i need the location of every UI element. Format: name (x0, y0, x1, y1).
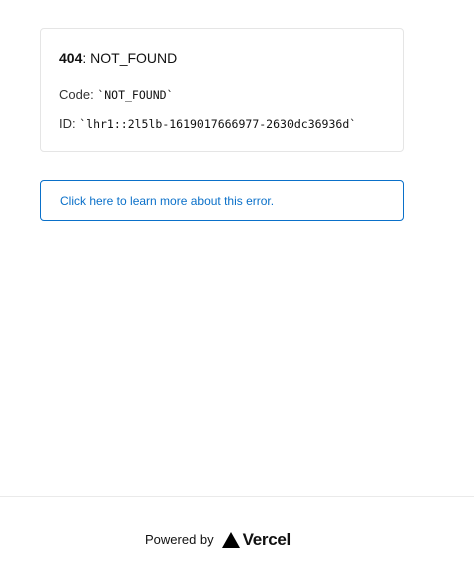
error-code-row: Code: `NOT_FOUND` (59, 87, 173, 103)
error-details-box: 404: NOT_FOUND Code: `NOT_FOUND` ID: `lh… (40, 28, 404, 152)
error-status-text: : NOT_FOUND (82, 50, 178, 66)
error-id-label: ID: (59, 116, 80, 131)
footer: Powered by Vercel (0, 496, 474, 577)
powered-by-vercel-link[interactable]: Powered by Vercel (145, 531, 291, 549)
error-title: 404: NOT_FOUND (59, 50, 177, 66)
error-status-code: 404 (59, 50, 83, 66)
error-code-label: Code: (59, 87, 98, 102)
error-id-value: `lhr1::2l5lb-1619017666977-2630dc36936d` (79, 117, 357, 131)
powered-by-label: Powered by (145, 532, 214, 547)
error-page: 404: NOT_FOUND Code: `NOT_FOUND` ID: `lh… (0, 0, 474, 577)
learn-more-label: Click here to learn more about this erro… (60, 193, 275, 208)
learn-more-link[interactable]: Click here to learn more about this erro… (40, 180, 404, 221)
error-id-row: ID: `lhr1::2l5lb-1619017666977-2630dc369… (59, 116, 356, 132)
error-code-value: `NOT_FOUND` (97, 88, 174, 102)
vercel-brand-name: Vercel (242, 530, 292, 549)
vercel-triangle-icon (221, 532, 240, 548)
